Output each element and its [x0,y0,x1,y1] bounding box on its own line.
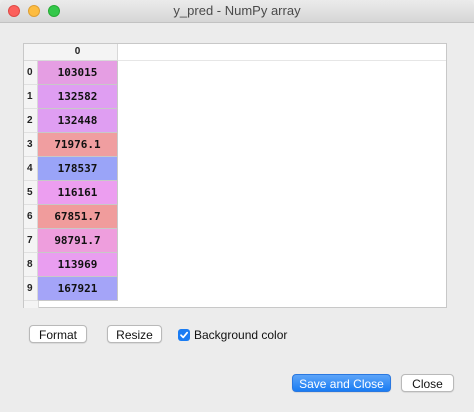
table-cell[interactable]: 132582 [38,85,118,109]
row-header[interactable]: 9 [24,277,38,301]
table-rows: 0 103015 1 132582 2 132448 3 71976.1 4 1… [24,61,118,301]
row-header[interactable]: 0 [24,61,38,85]
table-row: 4 178537 [24,157,118,181]
table-row: 7 98791.7 [24,229,118,253]
row-header-footer [24,301,39,308]
row-header[interactable]: 3 [24,133,38,157]
table-row: 8 113969 [24,253,118,277]
table-cell[interactable]: 167921 [38,277,118,301]
format-button[interactable]: Format [29,325,87,343]
table-cell[interactable]: 103015 [38,61,118,85]
row-header[interactable]: 4 [24,157,38,181]
table-cell[interactable]: 116161 [38,181,118,205]
table-cell[interactable]: 178537 [38,157,118,181]
window-title: y_pred - NumPy array [173,3,301,18]
table-row: 2 132448 [24,109,118,133]
table-row: 9 167921 [24,277,118,301]
background-color-label[interactable]: Background color [194,328,287,342]
table-cell[interactable]: 98791.7 [38,229,118,253]
row-header[interactable]: 1 [24,85,38,109]
row-header[interactable]: 6 [24,205,38,229]
save-and-close-button[interactable]: Save and Close [292,374,391,392]
table-cell[interactable]: 67851.7 [38,205,118,229]
row-header[interactable]: 2 [24,109,38,133]
table-cell[interactable]: 132448 [38,109,118,133]
row-header[interactable]: 7 [24,229,38,253]
title-bar[interactable]: y_pred - NumPy array [0,0,474,23]
checkmark-icon [180,331,189,339]
table-cell[interactable]: 71976.1 [38,133,118,157]
numpy-array-window: y_pred - NumPy array 0 0 103015 1 132582… [0,0,474,412]
row-header[interactable]: 5 [24,181,38,205]
array-table[interactable]: 0 0 103015 1 132582 2 132448 3 71976.1 4… [23,43,447,308]
table-row: 0 103015 [24,61,118,85]
resize-button[interactable]: Resize [107,325,162,343]
table-cell[interactable]: 113969 [38,253,118,277]
header-filler [118,44,446,61]
background-color-checkbox[interactable] [178,329,190,341]
close-button[interactable]: Close [401,374,454,392]
table-row: 3 71976.1 [24,133,118,157]
table-row: 5 116161 [24,181,118,205]
row-header[interactable]: 8 [24,253,38,277]
table-row: 6 67851.7 [24,205,118,229]
table-row: 1 132582 [24,85,118,109]
table-corner[interactable] [24,44,39,61]
column-header-0[interactable]: 0 [38,44,118,61]
